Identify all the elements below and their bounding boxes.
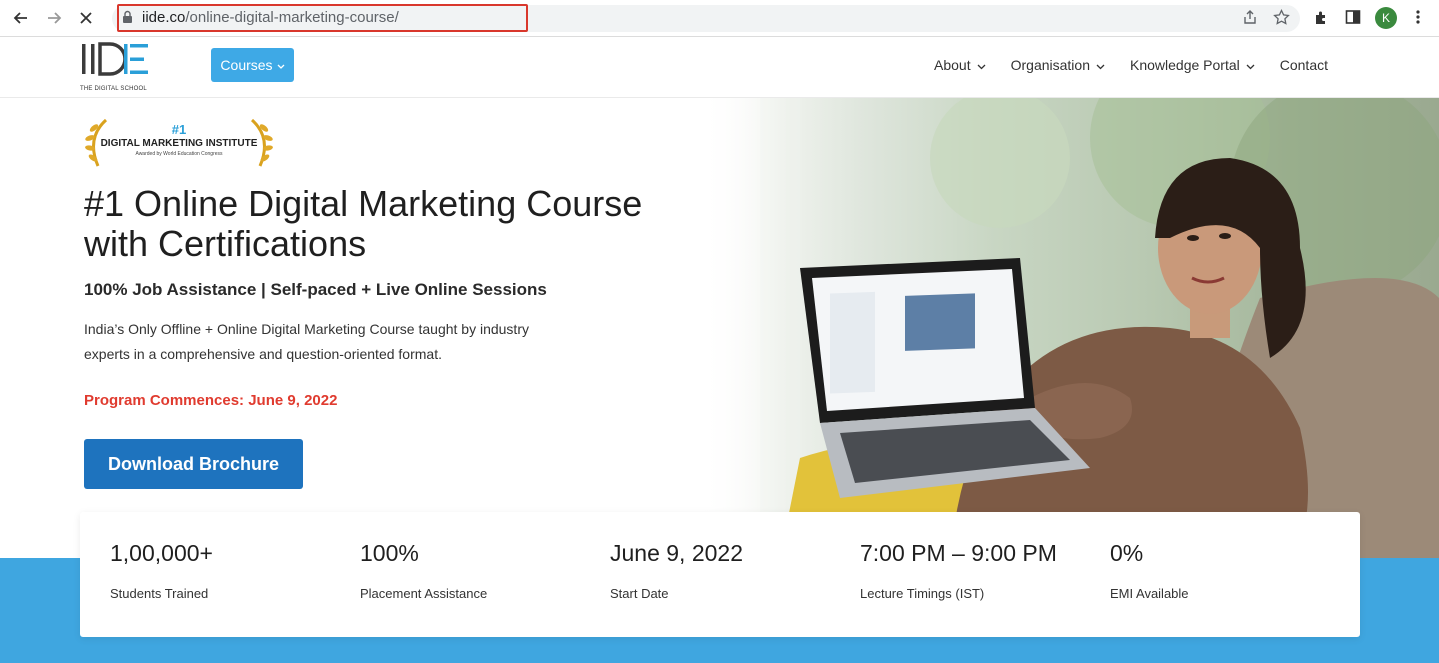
- hero-photo-woman-with-laptop: [700, 98, 1439, 558]
- nav-label: Contact: [1279, 57, 1328, 73]
- logo-subtitle: THE DIGITAL SCHOOL: [80, 86, 147, 92]
- nav-item-organisation[interactable]: Organisation: [1011, 57, 1105, 73]
- stop-loading-icon[interactable]: [74, 6, 98, 30]
- chevron-down-icon: [277, 57, 285, 73]
- nav-item-about[interactable]: About: [934, 57, 986, 73]
- badge-title: DIGITAL MARKETING INSTITUTE: [100, 138, 258, 149]
- stats-card: 1,00,000+ Students Trained 100% Placemen…: [80, 512, 1360, 637]
- stat-start-date: June 9, 2022 Start Date: [580, 512, 830, 637]
- chevron-down-icon: [1246, 57, 1255, 73]
- chevron-down-icon: [977, 57, 986, 73]
- stat-value: 0%: [1110, 540, 1144, 566]
- nav-item-knowledge-portal[interactable]: Knowledge Portal: [1130, 57, 1255, 73]
- chevron-down-icon: [1096, 57, 1105, 73]
- stat-label: Students Trained: [110, 586, 209, 601]
- stat-value: 100%: [360, 540, 419, 566]
- site-header: THE DIGITAL SCHOOL Courses About Organis…: [0, 37, 1439, 98]
- stat-label: Start Date: [610, 586, 669, 601]
- badge-rank: #1: [171, 122, 187, 137]
- back-arrow-icon[interactable]: [9, 6, 33, 30]
- nav-label: About: [934, 57, 971, 73]
- nav-label: Knowledge Portal: [1130, 57, 1240, 73]
- url-host: iide.co: [142, 9, 186, 26]
- nav-label: Organisation: [1010, 57, 1090, 73]
- stat-label: EMI Available: [1110, 586, 1189, 601]
- extensions-icon[interactable]: [1313, 9, 1330, 31]
- badge-subtitle: Awarded by World Education Congress: [135, 151, 223, 157]
- stat-value: 7:00 PM – 9:00 PM: [860, 540, 1057, 566]
- profile-avatar[interactable]: K: [1375, 7, 1397, 29]
- program-commence-date: Program Commences: June 9, 2022: [84, 392, 338, 409]
- iide-logo[interactable]: THE DIGITAL SCHOOL: [80, 40, 160, 92]
- url-path: /online-digital-marketing-course/: [185, 9, 399, 26]
- nav-item-contact[interactable]: Contact: [1280, 57, 1328, 73]
- stat-emi-available: 0% EMI Available: [1080, 512, 1330, 637]
- stat-students-trained: 1,00,000+ Students Trained: [80, 512, 330, 637]
- download-brochure-button[interactable]: Download Brochure: [84, 439, 303, 489]
- hero-section: #1 DIGITAL MARKETING INSTITUTE Awarded b…: [0, 98, 1439, 558]
- browser-toolbar: iide.co/online-digital-marketing-course/…: [0, 0, 1439, 37]
- stat-placement-assistance: 100% Placement Assistance: [330, 512, 580, 637]
- courses-dropdown-button[interactable]: Courses: [211, 48, 294, 82]
- top-navigation: About Organisation Knowledge Portal Cont…: [934, 57, 1328, 73]
- stat-label: Lecture Timings (IST): [860, 586, 985, 601]
- stat-value: 1,00,000+: [110, 540, 213, 566]
- kebab-menu-icon[interactable]: [1415, 9, 1421, 30]
- stat-lecture-timings: 7:00 PM – 9:00 PM Lecture Timings (IST): [830, 512, 1080, 637]
- logo-mark: [80, 40, 160, 85]
- share-icon[interactable]: [1242, 9, 1258, 30]
- side-panel-icon[interactable]: [1345, 9, 1361, 30]
- hero-subtitle: 100% Job Assistance | Self-paced + Live …: [84, 280, 547, 299]
- award-badge: #1 DIGITAL MARKETING INSTITUTE Awarded b…: [84, 116, 274, 170]
- forward-arrow-icon[interactable]: [42, 6, 66, 30]
- hero-title: #1 Online Digital Marketing Course with …: [84, 183, 643, 264]
- url-text[interactable]: iide.co/online-digital-marketing-course/: [142, 9, 399, 26]
- bookmark-star-icon[interactable]: [1273, 8, 1290, 31]
- hero-description: India’s Only Offline + Online Digital Ma…: [84, 321, 529, 362]
- stat-label: Placement Assistance: [360, 586, 488, 601]
- courses-label: Courses: [220, 57, 273, 73]
- stat-value: June 9, 2022: [610, 540, 744, 566]
- lock-icon[interactable]: [122, 10, 133, 29]
